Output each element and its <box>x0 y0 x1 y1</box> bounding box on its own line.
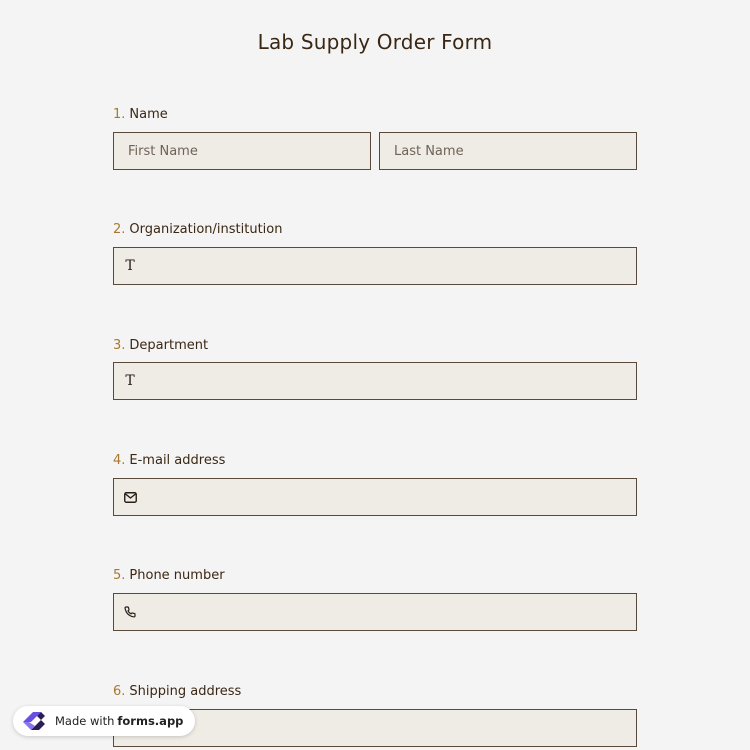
phone-icon <box>114 606 146 618</box>
question-email: 4. E-mail address <box>113 452 637 470</box>
department-input[interactable] <box>146 363 636 399</box>
text-icon: T <box>125 258 135 274</box>
question-label: Phone number <box>129 568 225 583</box>
phone-field[interactable] <box>113 593 637 631</box>
first-name-field[interactable] <box>113 132 371 170</box>
question-number: 6. <box>113 684 126 699</box>
question-number: 1. <box>113 107 126 122</box>
mail-icon <box>114 491 146 503</box>
department-field[interactable]: T <box>113 362 637 400</box>
question-label: Shipping address <box>129 684 242 699</box>
organization-field[interactable]: T <box>113 247 637 285</box>
question-label: E-mail address <box>129 453 226 468</box>
question-number: 5. <box>113 568 126 583</box>
question-label: Name <box>129 107 168 122</box>
phone-input[interactable] <box>146 594 636 630</box>
last-name-input[interactable] <box>380 133 636 169</box>
question-label: Department <box>129 338 209 353</box>
question-shipping-address: 6. Shipping address <box>113 683 637 701</box>
badge-brand: forms.app <box>117 714 184 728</box>
text-icon: T <box>125 373 135 389</box>
question-organization: 2. Organization/institution <box>113 221 637 239</box>
form-title: Lab Supply Order Form <box>257 30 493 54</box>
question-name: 1. Name <box>113 106 637 124</box>
question-label: Organization/institution <box>129 222 283 237</box>
email-input[interactable] <box>146 479 636 515</box>
made-with-badge[interactable]: Made with forms.app <box>13 706 196 736</box>
question-number: 3. <box>113 338 126 353</box>
question-department: 3. Department <box>113 337 637 355</box>
question-phone: 5. Phone number <box>113 567 637 585</box>
question-number: 4. <box>113 453 126 468</box>
organization-input[interactable] <box>146 248 636 284</box>
last-name-field[interactable] <box>379 132 637 170</box>
email-field[interactable] <box>113 478 637 516</box>
question-number: 2. <box>113 222 126 237</box>
first-name-input[interactable] <box>114 133 370 169</box>
badge-prefix: Made with <box>55 714 115 728</box>
forms-app-logo-icon <box>19 708 49 734</box>
